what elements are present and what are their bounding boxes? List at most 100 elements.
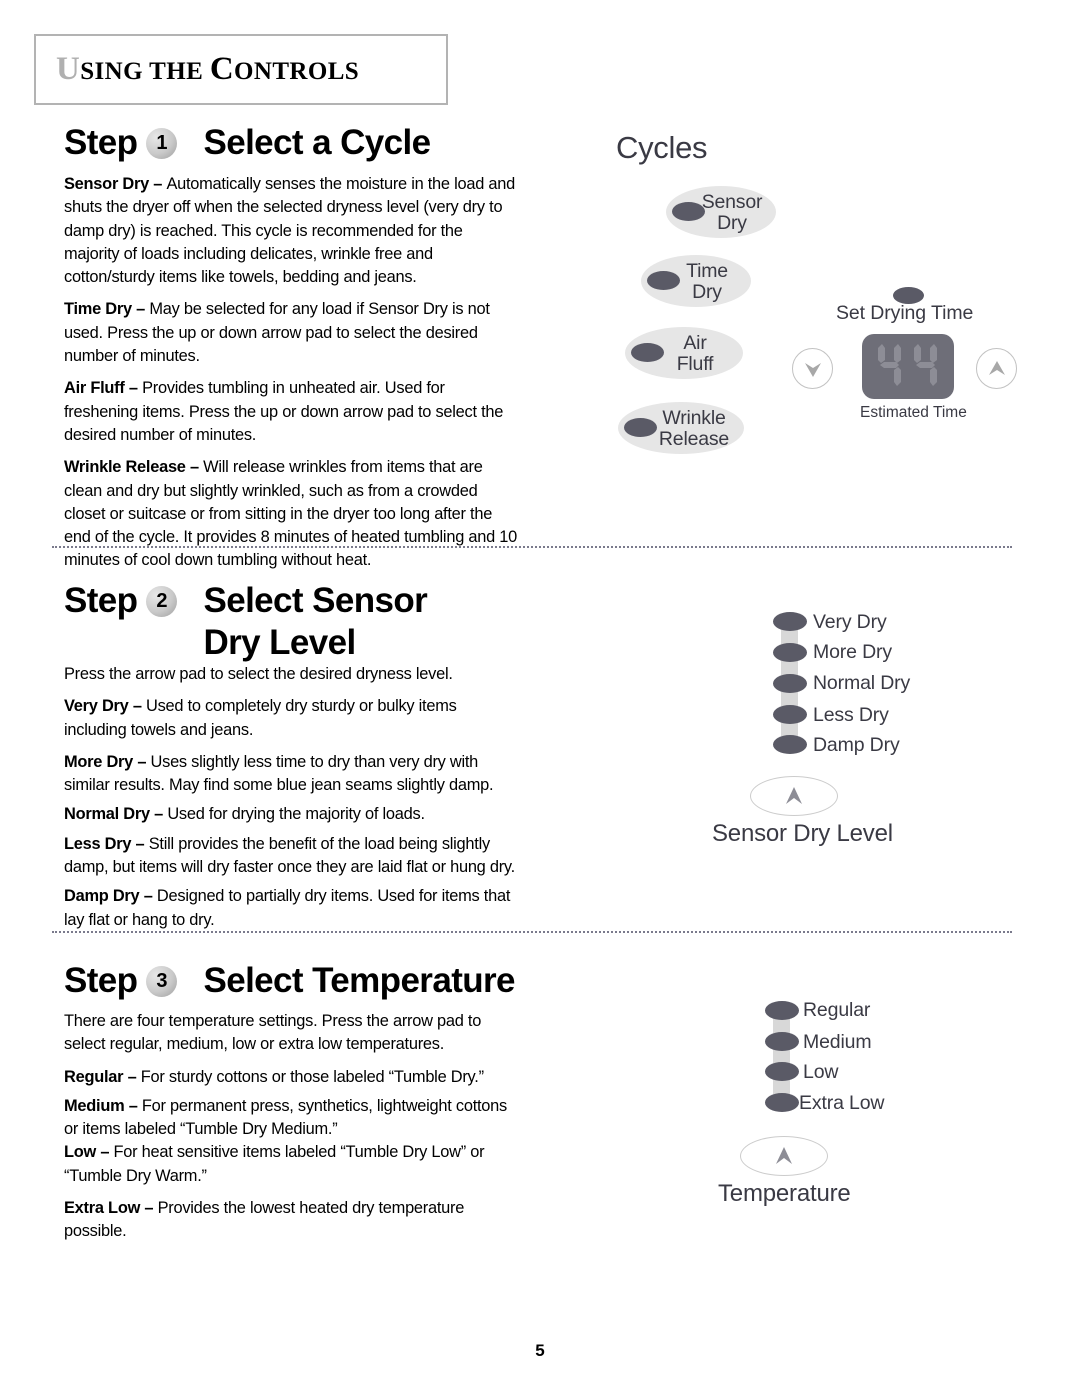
term-less-dry: Less Dry: [64, 834, 132, 853]
cycles-panel-title: Cycles: [616, 130, 708, 165]
term-time-dry: Time Dry: [64, 300, 132, 319]
up-arrow-icon: [786, 787, 802, 804]
cycle-label-wrinkle-release-line2: Release: [658, 427, 730, 450]
temperature-label-low: Low: [803, 1061, 839, 1083]
step-3-body: There are four temperature settings. Pre…: [64, 1010, 522, 1244]
header-text-sing-the: SING THE: [80, 58, 210, 85]
paragraph-very-dry: Very Dry – Used to completely dry sturdy…: [64, 695, 522, 742]
text-low: For heat sensitive items labeled “Tumble…: [64, 1143, 485, 1185]
section-header-box: USING THE CONTROLS: [34, 34, 448, 105]
temperature-node-medium[interactable]: [765, 1032, 799, 1051]
step-2-word: Step: [64, 581, 138, 620]
cycle-label-wrinkle-release-line1: Wrinkle: [662, 407, 726, 429]
up-arrow-icon: [988, 360, 1005, 375]
dry-level-node-damp-dry[interactable]: [773, 735, 807, 754]
dry-level-arrow-pad[interactable]: [750, 776, 838, 816]
dash-2: –: [124, 379, 143, 398]
estimated-time-label: Estimated Time: [860, 404, 967, 421]
temperature-node-extra-low[interactable]: [765, 1093, 799, 1112]
step-1-title: Select a Cycle: [203, 123, 431, 162]
dry-level-panel-caption: Sensor Dry Level: [712, 820, 893, 847]
temperature-label-extra-low: Extra Low: [799, 1092, 885, 1114]
paragraph-regular: Regular – For sturdy cottons or those la…: [64, 1066, 522, 1089]
dry-level-label-normal-dry: Normal Dry: [813, 672, 911, 694]
down-arrow-icon: [804, 362, 821, 377]
dash-4: –: [128, 697, 147, 716]
step-2-body: Press the arrow pad to select the desire…: [64, 663, 522, 932]
text-regular: For sturdy cottons or those labeled “Tum…: [140, 1067, 484, 1086]
page-number: 5: [535, 1341, 545, 1360]
temperature-panel-caption: Temperature: [718, 1180, 851, 1207]
term-low: Low: [64, 1143, 97, 1162]
step-3-word: Step: [64, 961, 138, 1000]
paragraph-extra-low: Extra Low – Provides the lowest heated d…: [64, 1197, 522, 1244]
term-normal-dry: Normal Dry: [64, 805, 150, 824]
paragraph-medium: Medium – For permanent press, synthetics…: [64, 1095, 522, 1142]
cycle-label-wrinkle-release: Wrinkle Release: [650, 408, 738, 449]
decrease-time-pad[interactable]: [792, 348, 833, 389]
temperature-node-low[interactable]: [765, 1062, 799, 1081]
paragraph-dryness-intro: Press the arrow pad to select the desire…: [64, 663, 522, 686]
term-regular: Regular: [64, 1067, 124, 1086]
dash-8: –: [139, 887, 157, 906]
text-temp-intro: There are four temperature settings. Pre…: [64, 1012, 482, 1054]
term-medium: Medium: [64, 1096, 125, 1115]
manual-page: USING THE CONTROLS Step 1 Select a Cycle…: [0, 0, 1080, 1397]
paragraph-wrinkle-release: Wrinkle Release – Will release wrinkles …: [64, 456, 522, 572]
dash-6: –: [149, 805, 168, 824]
term-very-dry: Very Dry: [64, 697, 129, 716]
term-more-dry: More Dry: [64, 752, 134, 771]
dash-12: –: [140, 1199, 158, 1218]
term-extra-low: Extra Low: [64, 1199, 141, 1218]
step-2-title: Select Sensor Dry Level: [203, 580, 427, 664]
paragraph-more-dry: More Dry – Uses slightly less time to dr…: [64, 751, 522, 798]
estimated-time-display: [862, 334, 954, 399]
step-2-title-line1: Select Sensor: [203, 581, 428, 620]
temperature-label-medium: Medium: [803, 1031, 872, 1053]
dash-3: –: [185, 458, 204, 477]
paragraph-low: Low – For heat sensitive items labeled “…: [64, 1141, 522, 1188]
cycle-label-time-dry: Time Dry: [671, 261, 743, 302]
header-initial-c: C: [209, 51, 235, 87]
step-2-number-badge: 2: [146, 586, 178, 617]
step-3-number-badge: 3: [146, 966, 178, 997]
step-1-number-badge: 1: [146, 128, 178, 159]
dash-7: –: [131, 834, 149, 853]
step-1-heading: Step 1 Select a Cycle: [64, 122, 431, 164]
header-initial-u: U: [56, 51, 81, 87]
up-arrow-icon: [776, 1147, 792, 1164]
increase-time-pad[interactable]: [976, 348, 1017, 389]
step-2-heading: Step 2 Select Sensor Dry Level: [64, 580, 428, 664]
term-damp-dry: Damp Dry: [64, 887, 140, 906]
temperature-node-regular[interactable]: [765, 1001, 799, 1020]
dash-1: –: [131, 300, 150, 319]
dry-level-node-very-dry[interactable]: [773, 612, 807, 631]
cycle-label-sensor-dry-line1: Sensor: [701, 191, 763, 213]
paragraph-less-dry: Less Dry – Still provides the benefit of…: [64, 833, 522, 880]
temperature-label-regular: Regular: [803, 999, 871, 1021]
page-title: USING THE CONTROLS: [56, 51, 359, 88]
step-3-heading: Step 3 Select Temperature: [64, 960, 516, 1002]
seven-segment-44-icon: [878, 344, 937, 386]
divider-2: [52, 931, 1012, 933]
step-2-title-line2: Dry Level: [203, 623, 356, 662]
step-3-title: Select Temperature: [203, 961, 515, 1000]
header-text-ontrols: ONTROLS: [234, 58, 360, 85]
dry-level-node-normal-dry[interactable]: [773, 674, 807, 693]
text-normal-dry: Used for drying the majority of loads.: [167, 805, 425, 824]
cycle-label-time-dry-line1: Time: [686, 260, 728, 282]
dash-10: –: [124, 1096, 142, 1115]
step-1-body: Sensor Dry – Automatically senses the mo…: [64, 173, 522, 573]
paragraph-damp-dry: Damp Dry – Designed to partially dry ite…: [64, 885, 522, 932]
text-dryness-intro: Press the arrow pad to select the desire…: [64, 665, 453, 683]
cycle-label-air-fluff-line2: Fluff: [676, 352, 714, 375]
temperature-arrow-pad[interactable]: [740, 1136, 828, 1176]
dry-level-label-very-dry: Very Dry: [813, 611, 887, 633]
cycle-label-air-fluff-line1: Air: [683, 332, 707, 354]
term-air-fluff: Air Fluff: [64, 379, 125, 398]
paragraph-air-fluff: Air Fluff – Provides tumbling in unheate…: [64, 377, 522, 447]
dry-level-node-less-dry[interactable]: [773, 705, 807, 724]
dry-level-node-more-dry[interactable]: [773, 643, 807, 662]
paragraph-temp-intro: There are four temperature settings. Pre…: [64, 1010, 522, 1057]
term-wrinkle-release: Wrinkle Release: [64, 458, 186, 477]
